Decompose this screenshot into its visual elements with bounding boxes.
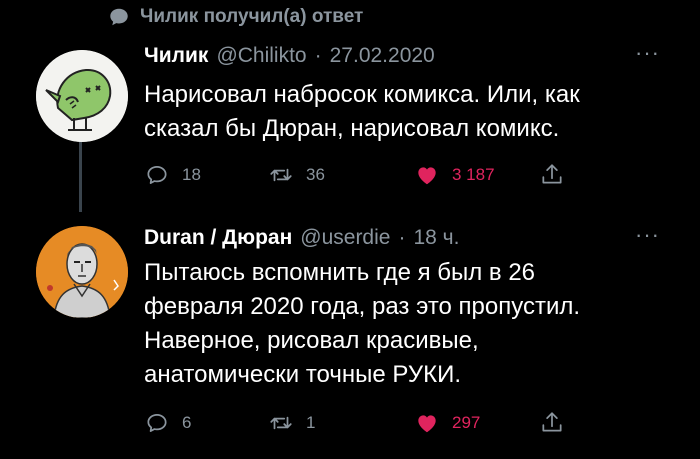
tweet-text-line: сказал бы Дюран, нарисовал комикс. (144, 115, 560, 142)
retweet-icon (268, 162, 294, 188)
heart-icon (414, 410, 440, 436)
display-name[interactable]: Чилик (144, 44, 208, 68)
bird-avatar-icon (36, 50, 128, 142)
more-options-button[interactable]: ··· (635, 42, 660, 64)
timestamp[interactable]: 18 ч. (413, 226, 459, 250)
retweet-count: 36 (306, 165, 325, 184)
tweet-text-line: Наверное, рисовал красивые, (144, 327, 479, 354)
reply-count: 18 (182, 165, 201, 184)
tweet-text-line: Нарисовал набросок комикса. Или, как (144, 81, 580, 108)
tweet-header: Duran / Дюран @userdie · 18 ч. (144, 226, 459, 250)
share-icon (539, 410, 565, 436)
sketch-portrait-avatar-icon (36, 226, 128, 318)
retweet-button[interactable]: 1 (268, 408, 315, 438)
like-count: 297 (452, 413, 481, 432)
tweet-text: Нарисовал набросок комикса. Или, как ска… (144, 78, 670, 146)
meta-separator: · (314, 44, 322, 67)
share-button[interactable] (539, 160, 565, 190)
tweet-thread: Чилик получил(а) ответ Чилик @Chilikto ·… (0, 0, 700, 459)
reply-button[interactable]: 6 (144, 408, 191, 438)
heart-icon (414, 162, 440, 188)
share-button[interactable] (539, 408, 565, 438)
retweet-button[interactable]: 36 (268, 160, 325, 190)
tweet-header: Чилик @Chilikto · 27.02.2020 (144, 44, 435, 68)
tweet-actions: 18 36 3 187 (144, 160, 644, 190)
reply-button[interactable]: 18 (144, 160, 201, 190)
speech-bubble-icon (108, 6, 130, 28)
avatar[interactable] (36, 226, 128, 318)
more-options-button[interactable]: ··· (635, 224, 660, 246)
tweet-text-line: анатомически точные РУКИ. (144, 361, 462, 388)
like-count: 3 187 (452, 165, 495, 184)
handle[interactable]: @userdie (300, 226, 390, 250)
tweet[interactable]: Чилик @Chilikto · 27.02.2020 ··· Нарисов… (0, 30, 700, 220)
tweet-text: Пытаюсь вспомнить где я был в 26 февраля… (144, 256, 670, 392)
reply-icon (144, 162, 170, 188)
timestamp[interactable]: 27.02.2020 (330, 44, 435, 68)
retweet-icon (268, 410, 294, 436)
reply-context-text: Чилик получил(а) ответ (140, 6, 364, 27)
retweet-count: 1 (306, 413, 316, 432)
display-name[interactable]: Duran / Дюран (144, 226, 292, 250)
reply-count: 6 (182, 413, 192, 432)
tweet[interactable]: Duran / Дюран @userdie · 18 ч. ··· Пытаю… (0, 212, 700, 459)
like-button[interactable]: 297 (414, 408, 480, 438)
reply-context[interactable]: Чилик получил(а) ответ (108, 4, 363, 30)
avatar[interactable] (36, 50, 128, 142)
tweet-actions: 6 1 297 (144, 408, 644, 438)
tweet-text-line: февраля 2020 года, раз это пропустил. (144, 293, 581, 320)
share-icon (539, 162, 565, 188)
tweet-text-line: Пытаюсь вспомнить где я был в 26 (144, 259, 536, 286)
meta-separator: · (398, 226, 406, 249)
handle[interactable]: @Chilikto (216, 44, 306, 68)
reply-icon (144, 410, 170, 436)
like-button[interactable]: 3 187 (414, 160, 495, 190)
